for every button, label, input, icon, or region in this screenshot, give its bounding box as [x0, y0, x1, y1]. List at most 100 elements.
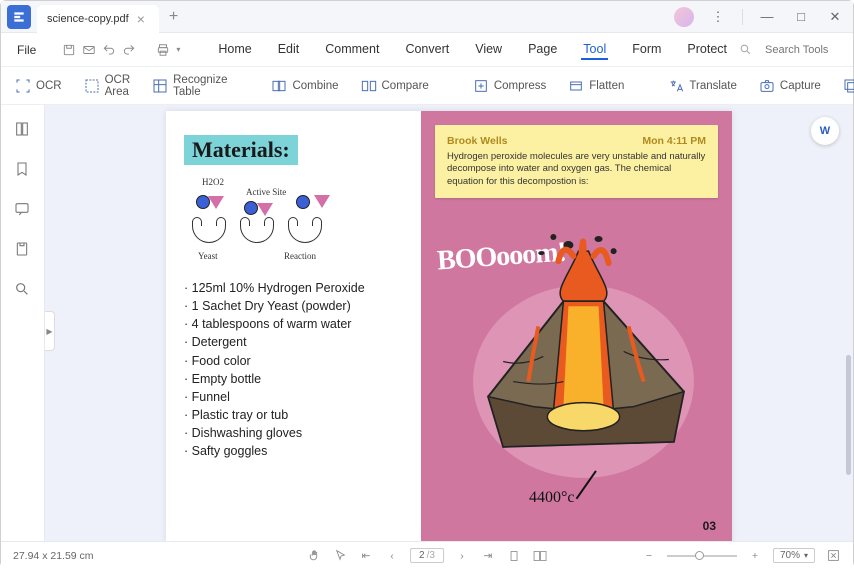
search-icon[interactable]	[735, 40, 755, 60]
minimize-button[interactable]: —	[753, 3, 781, 31]
fit-page-icon[interactable]	[825, 548, 841, 564]
combine-icon	[271, 78, 287, 94]
file-menu[interactable]: File	[11, 43, 42, 57]
materials-list: 125ml 10% Hydrogen Peroxide 1 Sachet Dry…	[184, 279, 403, 460]
compress-button[interactable]: Compress	[473, 78, 546, 94]
next-page-icon[interactable]: ›	[454, 548, 470, 564]
menu-page[interactable]: Page	[526, 40, 559, 60]
comments-icon[interactable]	[14, 201, 32, 219]
menu-convert[interactable]: Convert	[403, 40, 451, 60]
ocr-icon	[15, 78, 31, 94]
list-item: 125ml 10% Hydrogen Peroxide	[184, 279, 403, 297]
compare-icon	[361, 78, 377, 94]
logo-icon	[12, 10, 26, 24]
table-icon	[152, 78, 168, 94]
titlebar: science-copy.pdf × + ⋮ — □ ✕	[1, 1, 853, 33]
list-item: Dishwashing gloves	[184, 424, 403, 442]
content-area: ▶ Materials: H2O2 Active Site Yeast	[1, 105, 853, 541]
materials-heading: Materials:	[184, 135, 298, 165]
statusbar: 27.94 x 21.59 cm ⇤ ‹ 2/3 › ⇥ − + 70%▾	[1, 541, 853, 569]
select-tool-icon[interactable]	[332, 548, 348, 564]
page-dimensions: 27.94 x 21.59 cm	[13, 550, 94, 562]
last-page-icon[interactable]: ⇥	[480, 548, 496, 564]
user-avatar[interactable]	[674, 7, 694, 27]
kebab-menu-icon[interactable]: ⋮	[704, 3, 732, 31]
zoom-slider[interactable]	[667, 555, 737, 557]
translate-icon	[668, 78, 684, 94]
document-tab[interactable]: science-copy.pdf ×	[37, 5, 159, 33]
menu-home[interactable]: Home	[216, 40, 253, 60]
list-item: Food color	[184, 352, 403, 370]
zoom-out-icon[interactable]: −	[641, 548, 657, 564]
ocr-area-button[interactable]: OCR Area	[84, 74, 131, 98]
print-icon[interactable]	[156, 40, 170, 60]
redo-icon[interactable]	[122, 40, 136, 60]
attachments-icon[interactable]	[14, 241, 32, 259]
ocr-area-icon	[84, 78, 100, 94]
left-panel-strip	[1, 105, 45, 541]
molecule-diagram: H2O2 Active Site Yeast Reaction	[184, 179, 403, 275]
zoom-in-icon[interactable]: +	[747, 548, 763, 564]
tab-title: science-copy.pdf	[47, 13, 129, 25]
page-number-box[interactable]: 2/3	[410, 548, 444, 563]
note-body: Hydrogen peroxide molecules are very uns…	[447, 151, 706, 188]
flatten-icon	[568, 78, 584, 94]
save-icon[interactable]	[62, 40, 76, 60]
batch-icon	[843, 78, 854, 94]
separator	[742, 9, 743, 25]
menu-comment[interactable]: Comment	[323, 40, 381, 60]
camera-icon	[759, 78, 775, 94]
list-item: Plastic tray or tub	[184, 406, 403, 424]
page-number-label: 03	[703, 519, 716, 533]
list-item: 4 tablespoons of warm water	[184, 315, 403, 333]
zoom-value-box[interactable]: 70%▾	[773, 548, 815, 563]
new-tab-button[interactable]: +	[169, 8, 178, 26]
list-item: 1 Sachet Dry Yeast (powder)	[184, 297, 403, 315]
compress-icon	[473, 78, 489, 94]
temperature-label: 4400°c	[529, 489, 575, 507]
menu-tool[interactable]: Tool	[581, 40, 608, 60]
translate-button[interactable]: Translate	[668, 78, 737, 94]
menu-form[interactable]: Form	[630, 40, 663, 60]
tool-toolbar: OCR OCR Area Recognize Table Combine Com…	[1, 67, 853, 105]
document-page: Materials: H2O2 Active Site Yeast Reacti…	[166, 111, 732, 541]
main-menu: Home Edit Comment Convert View Page Tool…	[216, 40, 729, 60]
thumbnails-icon[interactable]	[14, 121, 32, 139]
note-author: Brook Wells	[447, 135, 508, 147]
bookmarks-icon[interactable]	[14, 161, 32, 179]
scrollbar-thumb[interactable]	[846, 355, 851, 475]
compare-button[interactable]: Compare	[361, 78, 429, 94]
page-viewport[interactable]: Materials: H2O2 Active Site Yeast Reacti…	[45, 105, 853, 541]
volcano-illustration	[453, 231, 714, 512]
undo-icon[interactable]	[102, 40, 116, 60]
close-tab-icon[interactable]: ×	[137, 11, 145, 27]
menu-edit[interactable]: Edit	[276, 40, 302, 60]
search-input[interactable]	[765, 44, 854, 56]
list-item: Funnel	[184, 388, 403, 406]
single-page-icon[interactable]	[506, 548, 522, 564]
word-export-badge[interactable]: W	[811, 117, 839, 145]
search-panel-icon[interactable]	[14, 281, 32, 299]
close-window-button[interactable]: ✕	[821, 3, 849, 31]
combine-button[interactable]: Combine	[271, 78, 338, 94]
note-time: Mon 4:11 PM	[642, 135, 706, 147]
ocr-button[interactable]: OCR	[15, 78, 62, 94]
app-logo	[7, 5, 31, 29]
mail-icon[interactable]	[82, 40, 96, 60]
maximize-button[interactable]: □	[787, 3, 815, 31]
capture-button[interactable]: Capture	[759, 78, 821, 94]
batch-button[interactable]: Ba	[843, 78, 854, 94]
chevron-down-icon[interactable]: ▾	[176, 40, 180, 60]
recognize-table-button[interactable]: Recognize Table	[152, 74, 227, 98]
menu-view[interactable]: View	[473, 40, 504, 60]
list-item: Empty bottle	[184, 370, 403, 388]
flatten-button[interactable]: Flatten	[568, 78, 624, 94]
first-page-icon[interactable]: ⇤	[358, 548, 374, 564]
prev-page-icon[interactable]: ‹	[384, 548, 400, 564]
list-item: Detergent	[184, 333, 403, 351]
sticky-note[interactable]: Brook Wells Mon 4:11 PM Hydrogen peroxid…	[435, 125, 718, 198]
menu-protect[interactable]: Protect	[685, 40, 729, 60]
two-page-icon[interactable]	[532, 548, 548, 564]
list-item: Safty goggles	[184, 442, 403, 460]
hand-tool-icon[interactable]	[306, 548, 322, 564]
